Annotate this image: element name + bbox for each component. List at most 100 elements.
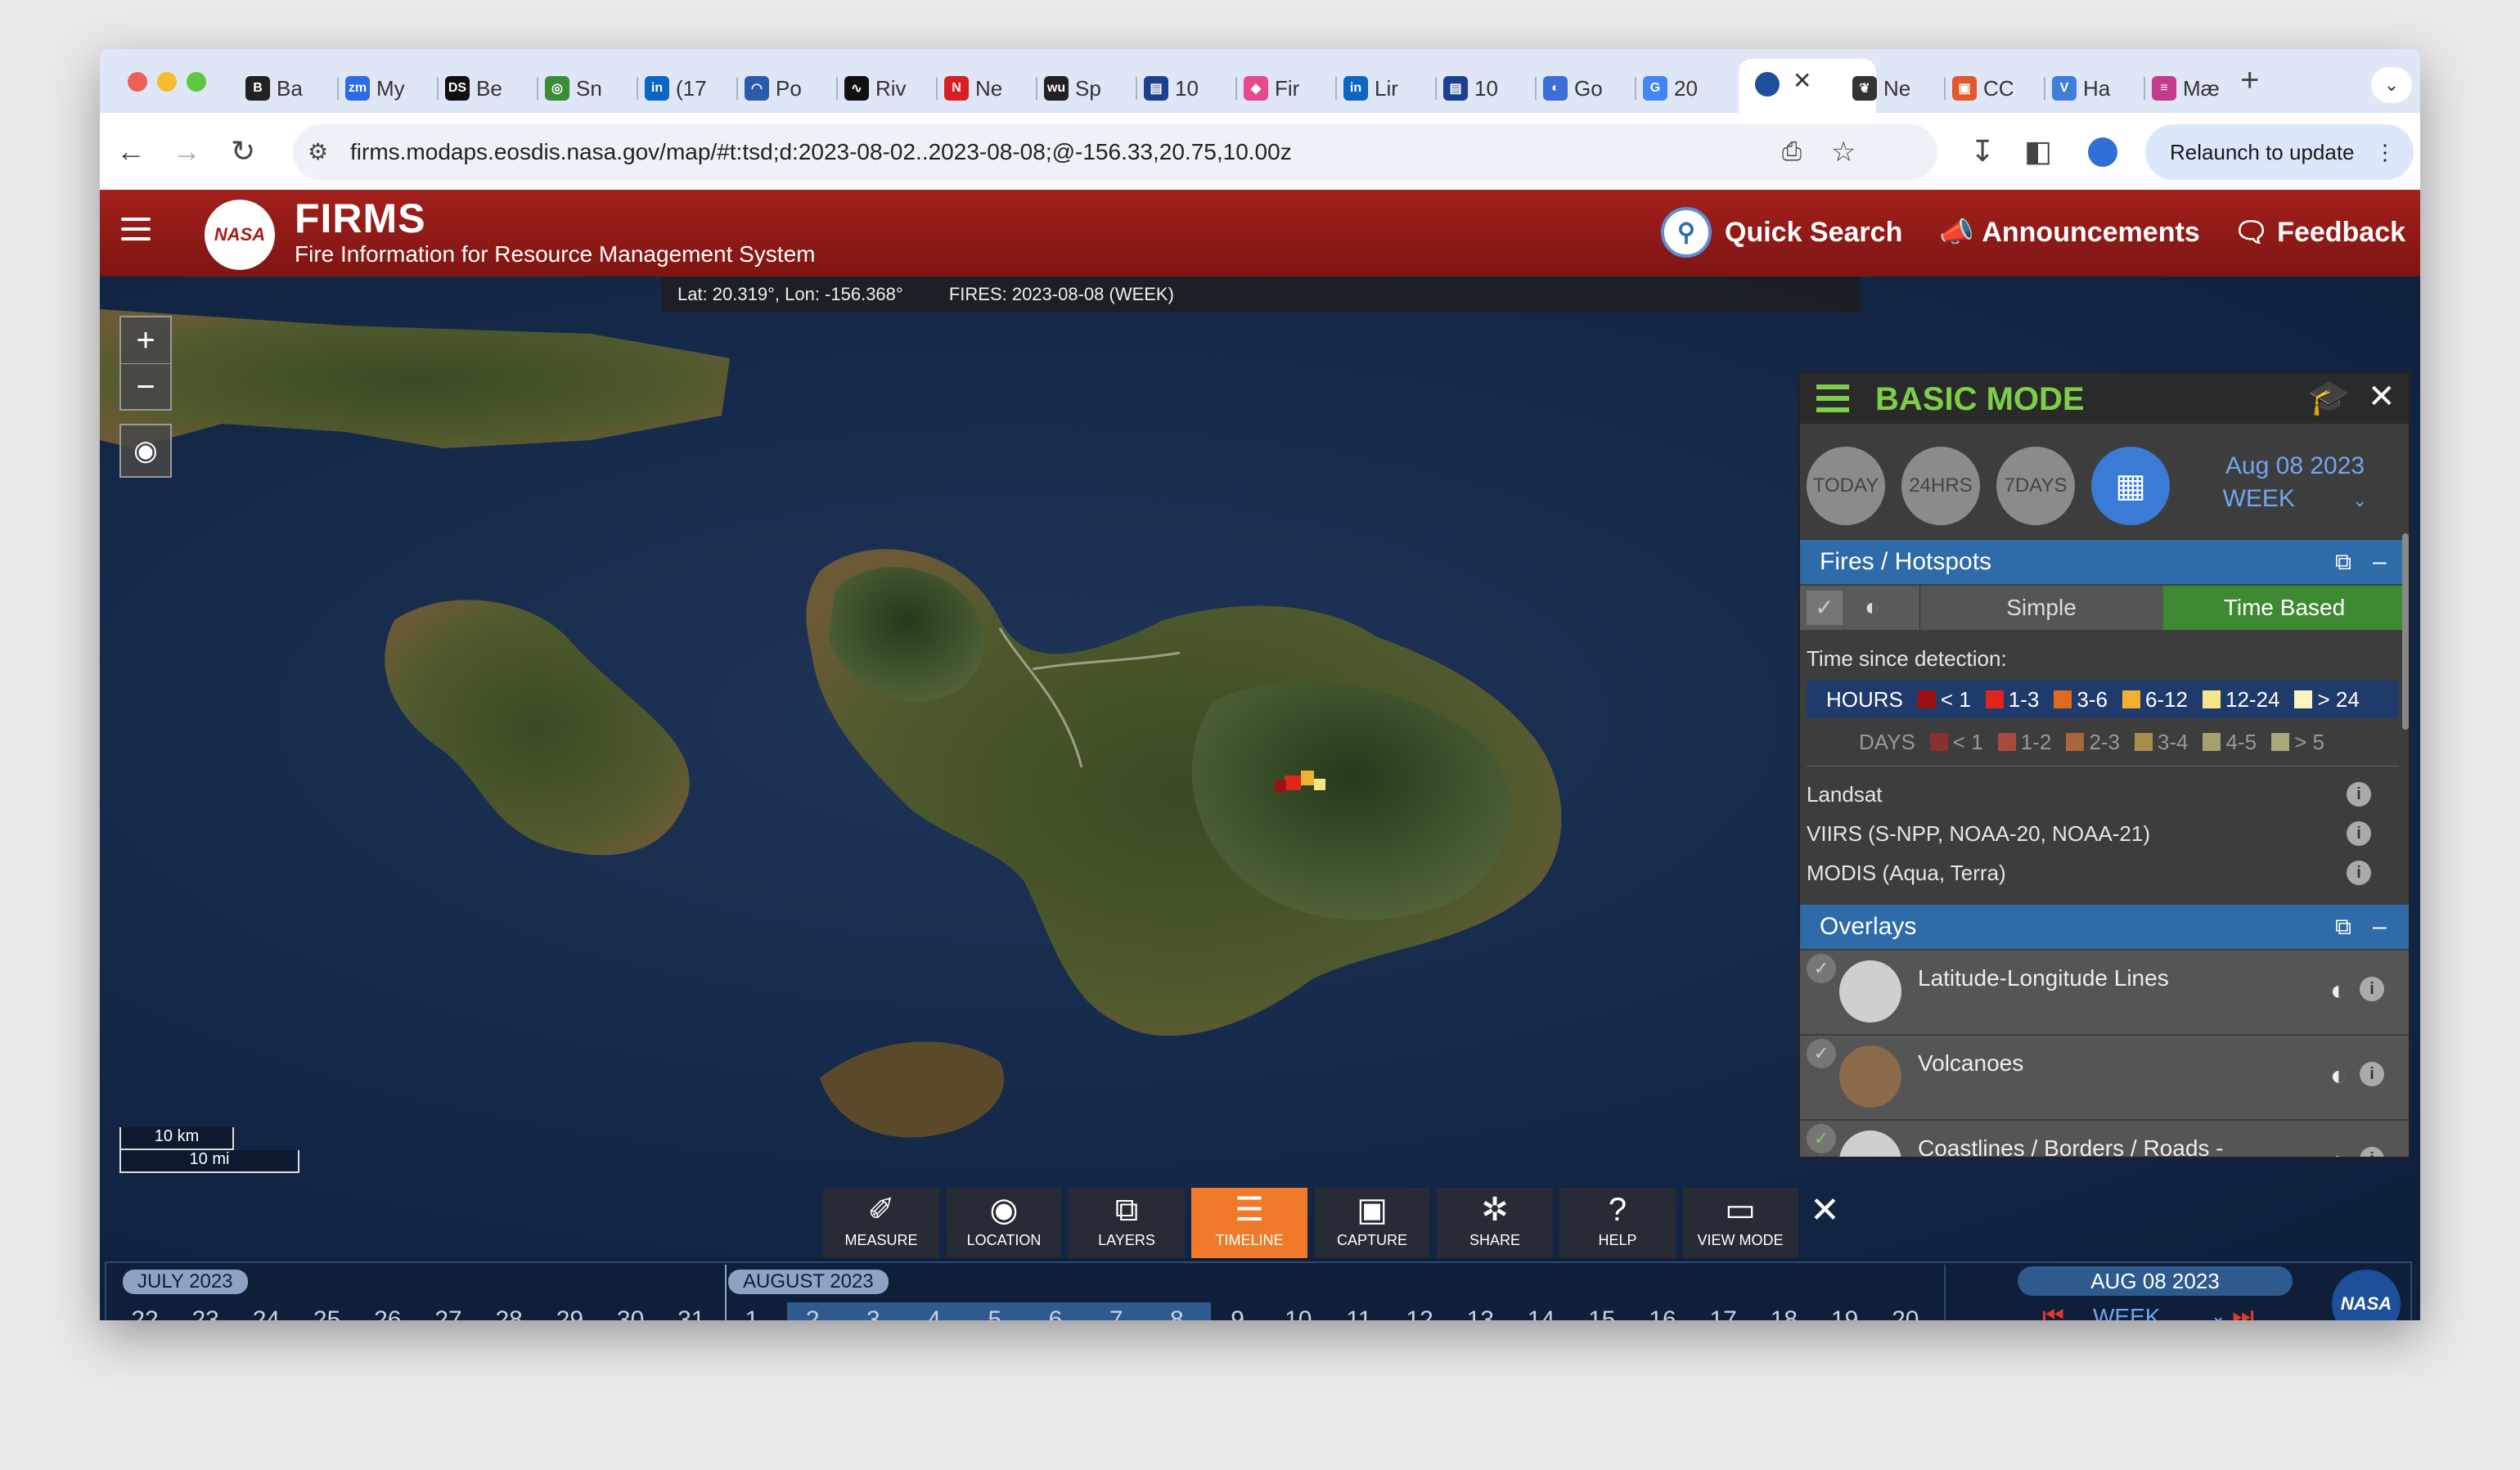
- timeline-day[interactable]: 30: [601, 1302, 661, 1320]
- address-bar[interactable]: ⚙ firms.modaps.eosdis.nasa.gov/map/#t:ts…: [293, 124, 1937, 180]
- date-selector[interactable]: Aug 08 2023 WEEK ⌄: [2193, 450, 2397, 517]
- side-panel-icon[interactable]: ◧: [2024, 131, 2052, 172]
- fire-source-row[interactable]: MODIS (Aqua, Terra) i: [1807, 861, 2396, 886]
- timeline-day[interactable]: 14: [1511, 1302, 1572, 1320]
- timeline-date-display[interactable]: AUG 08 2023: [2018, 1266, 2293, 1296]
- browser-tab[interactable]: in Lir: [1343, 64, 1398, 113]
- zoom-out-button[interactable]: −: [121, 364, 170, 410]
- timeline-day[interactable]: 18: [1753, 1302, 1814, 1320]
- browser-tab[interactable]: ◎ Sn: [545, 64, 602, 113]
- more-menu-icon[interactable]: ⋮: [2350, 124, 2396, 180]
- view-mode-tool-button[interactable]: ▭ VIEW MODE: [1682, 1188, 1798, 1258]
- timeline-day[interactable]: 26: [358, 1302, 418, 1320]
- fires-visibility-checkbox[interactable]: ✓: [1807, 591, 1843, 625]
- timeline-day[interactable]: 28: [479, 1302, 539, 1320]
- opacity-icon[interactable]: ◐: [2330, 1145, 2347, 1157]
- timeline-day[interactable]: 3: [843, 1302, 903, 1320]
- popout-icon[interactable]: ⧉: [2315, 540, 2351, 584]
- main-menu-icon[interactable]: [121, 218, 151, 247]
- overlay-checkbox[interactable]: ✓: [1807, 1039, 1836, 1068]
- back-icon[interactable]: ←: [116, 131, 146, 172]
- timeline-day[interactable]: 2: [782, 1302, 843, 1320]
- time-based-mode-button[interactable]: Time Based: [2163, 586, 2405, 630]
- downloads-icon[interactable]: ↧: [1970, 131, 1995, 172]
- overlay-checkbox[interactable]: ✓: [1807, 1124, 1836, 1153]
- browser-tab[interactable]: ≡ Mæ: [2152, 64, 2220, 113]
- today-button[interactable]: TODAY: [1807, 447, 1885, 525]
- browser-tab[interactable]: ▤ 10: [1443, 64, 1498, 113]
- timeline-day[interactable]: 24: [236, 1302, 296, 1320]
- quick-search-button[interactable]: ⚲ Quick Search: [1661, 207, 1902, 258]
- panel-menu-icon[interactable]: [1816, 384, 1849, 412]
- info-icon[interactable]: i: [2360, 977, 2384, 1001]
- timeline-day[interactable]: 4: [904, 1302, 965, 1320]
- bookmark-star-icon[interactable]: ☆: [1831, 124, 1856, 180]
- browser-tab[interactable]: in (17: [645, 64, 707, 113]
- timeline-day[interactable]: 31: [661, 1302, 722, 1320]
- timeline-day[interactable]: 11: [1329, 1302, 1389, 1320]
- 24hrs-button[interactable]: 24HRS: [1901, 447, 1980, 525]
- panel-scrollbar[interactable]: [2402, 533, 2409, 730]
- overlay-row[interactable]: ✓ Latitude-Longitude Lines ◐ i: [1800, 951, 2409, 1036]
- timeline-day[interactable]: 6: [1025, 1302, 1086, 1320]
- timeline-day[interactable]: 16: [1632, 1302, 1693, 1320]
- browser-tab[interactable]: G 20: [1643, 64, 1698, 113]
- timeline-day[interactable]: 27: [418, 1302, 479, 1320]
- timeline-day[interactable]: 5: [965, 1302, 1025, 1320]
- browser-tab[interactable]: DS Be: [445, 64, 502, 113]
- simple-mode-button[interactable]: Simple: [1919, 586, 2162, 630]
- timeline-day[interactable]: 1: [722, 1302, 782, 1320]
- previous-period-icon[interactable]: ⏮: [2042, 1302, 2064, 1320]
- announcements-button[interactable]: 📣 Announcements: [1939, 208, 2200, 257]
- next-period-icon[interactable]: ⏭: [2232, 1302, 2254, 1320]
- info-icon[interactable]: i: [2347, 782, 2371, 807]
- capture-tool-button[interactable]: ▣ CAPTURE: [1314, 1188, 1430, 1258]
- timeline-day[interactable]: 22: [115, 1302, 175, 1320]
- browser-tab[interactable]: V Ha: [2052, 64, 2110, 113]
- layers-tool-button[interactable]: ⧉ LAYERS: [1069, 1188, 1185, 1258]
- share-tool-button[interactable]: ✲ SHARE: [1437, 1188, 1553, 1258]
- 7days-button[interactable]: 7DAYS: [1996, 447, 2075, 525]
- overlay-checkbox[interactable]: ✓: [1807, 954, 1836, 983]
- close-window-button[interactable]: [128, 72, 147, 92]
- fire-hotspot[interactable]: [1285, 775, 1301, 790]
- timeline-period[interactable]: WEEK: [2093, 1304, 2160, 1320]
- relaunch-button[interactable]: Relaunch to update ⋮: [2145, 124, 2414, 180]
- site-settings-icon[interactable]: ⚙: [308, 124, 328, 180]
- fire-hotspot[interactable]: [1314, 779, 1325, 790]
- tab-search-button[interactable]: ⌄: [2371, 67, 2412, 103]
- overlay-row[interactable]: ✓ Volcanoes ◐ i: [1800, 1036, 2409, 1121]
- overlay-row[interactable]: ✓ Coastlines / Borders / Roads - ◐ i: [1800, 1121, 2409, 1157]
- close-toolbar-icon[interactable]: ✕: [1810, 1189, 1840, 1231]
- help-tool-button[interactable]: ? HELP: [1559, 1188, 1676, 1258]
- timeline-day[interactable]: 23: [175, 1302, 236, 1320]
- new-tab-button[interactable]: +: [2240, 62, 2259, 99]
- calendar-icon[interactable]: ▦: [2091, 447, 2170, 525]
- profile-avatar[interactable]: [2088, 137, 2117, 167]
- timeline-day[interactable]: 17: [1693, 1302, 1753, 1320]
- timeline-day[interactable]: 20: [1875, 1302, 1936, 1320]
- browser-tab[interactable]: N Ne: [944, 64, 1002, 113]
- fires-hotspots-header[interactable]: Fires / Hotspots ⧉ –: [1800, 540, 2409, 584]
- browser-tab[interactable]: ▤ 10: [1144, 64, 1199, 113]
- info-icon[interactable]: i: [2347, 821, 2371, 846]
- opacity-icon[interactable]: ◐: [1854, 591, 1890, 625]
- minimize-window-button[interactable]: [157, 72, 177, 92]
- period-chevron-icon[interactable]: ⌄: [2211, 1306, 2225, 1320]
- browser-tab[interactable]: zm My: [345, 64, 405, 113]
- collapse-icon[interactable]: –: [2353, 540, 2387, 584]
- timeline-day[interactable]: 10: [1268, 1302, 1329, 1320]
- popout-icon[interactable]: ⧉: [2315, 905, 2351, 949]
- timeline-day[interactable]: 15: [1572, 1302, 1632, 1320]
- browser-tab[interactable]: ❦ Ne: [1852, 64, 1910, 113]
- timeline-day[interactable]: 13: [1450, 1302, 1510, 1320]
- timeline-day[interactable]: 12: [1389, 1302, 1450, 1320]
- location-pin-icon[interactable]: ◉: [119, 424, 172, 478]
- browser-tab[interactable]: wu Sp: [1044, 64, 1101, 113]
- browser-tab[interactable]: ◠ Po: [745, 64, 802, 113]
- info-icon[interactable]: i: [2360, 1147, 2384, 1157]
- timeline-day[interactable]: 29: [539, 1302, 600, 1320]
- fire-hotspot[interactable]: [1301, 771, 1314, 785]
- overlays-header[interactable]: Overlays ⧉ –: [1800, 905, 2409, 949]
- info-icon[interactable]: i: [2360, 1062, 2384, 1086]
